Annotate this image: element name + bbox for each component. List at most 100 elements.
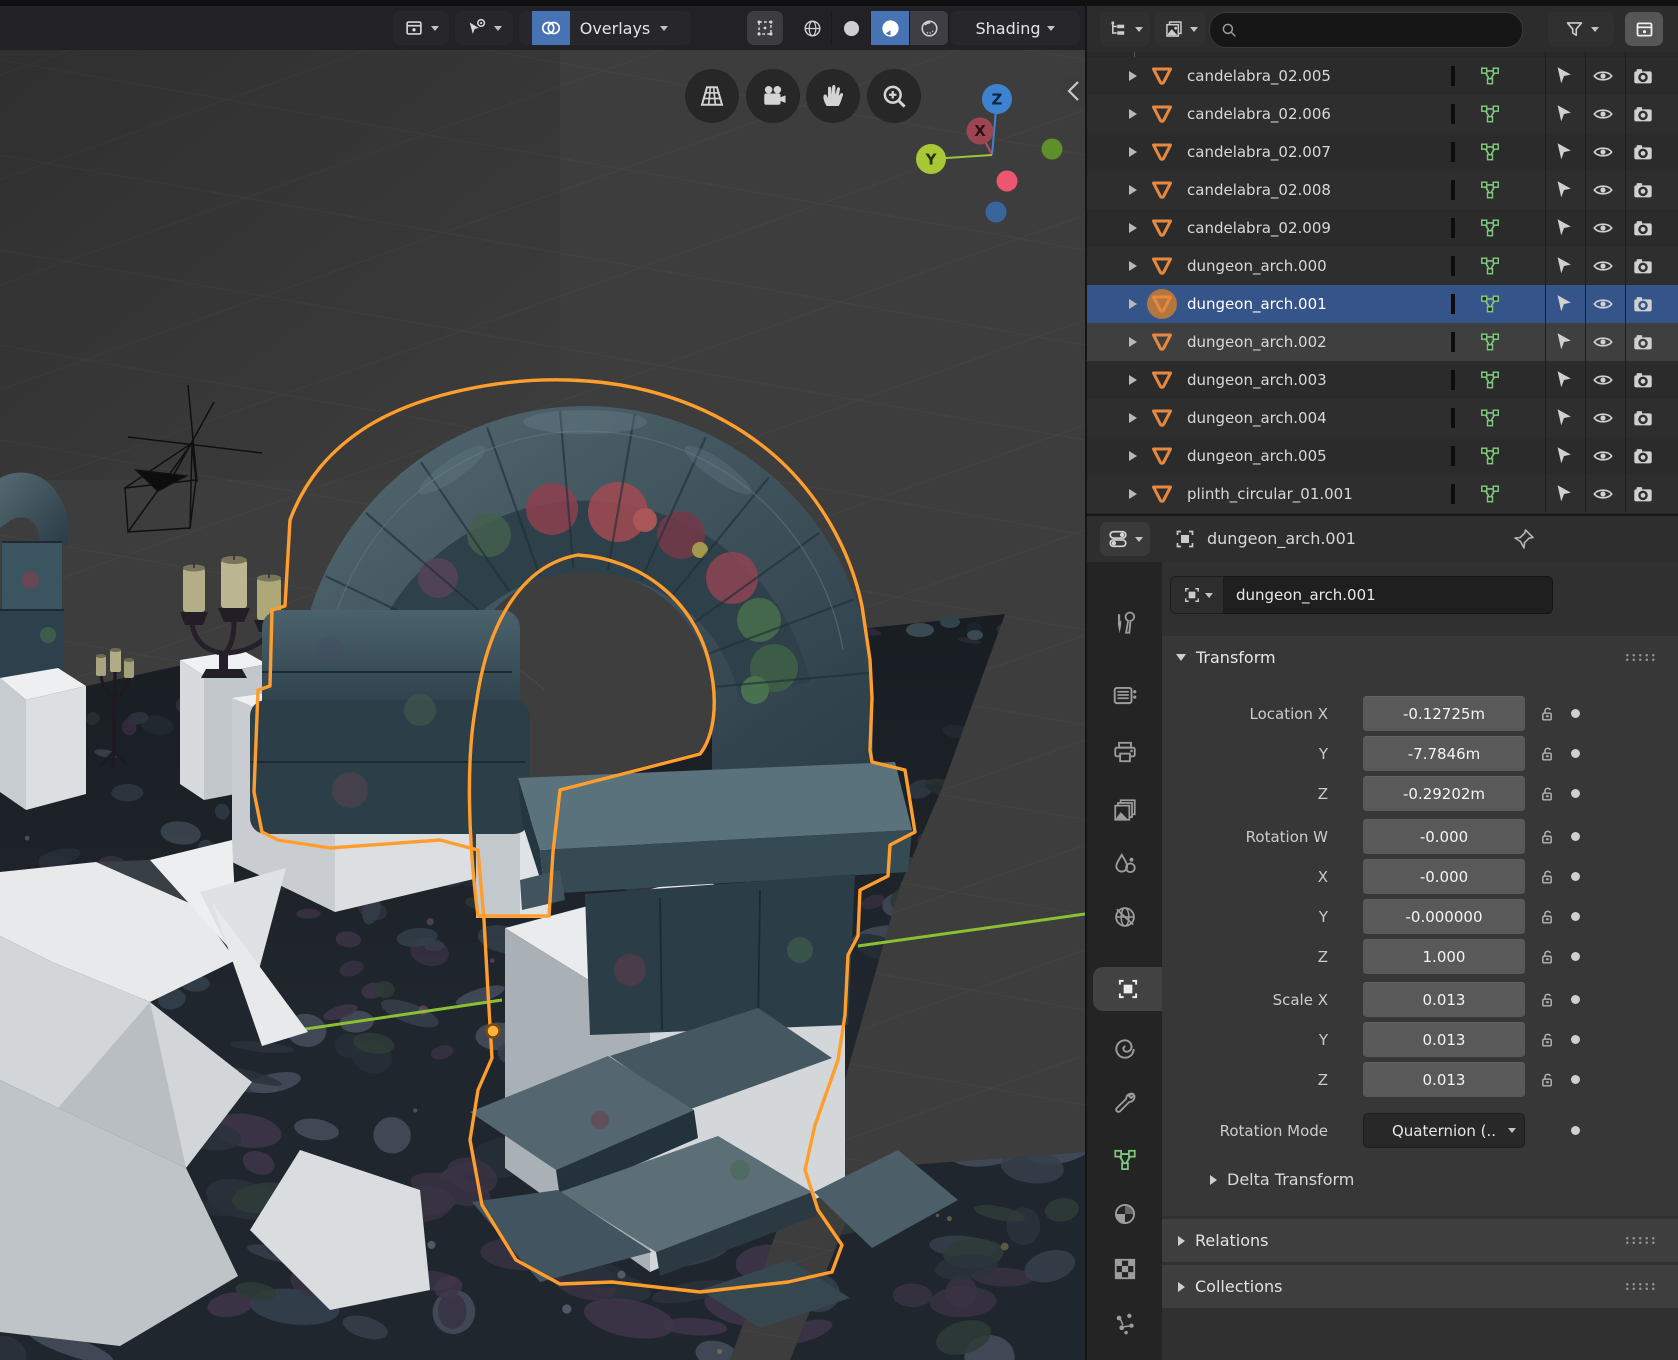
hide-viewport-toggle[interactable] bbox=[1592, 255, 1614, 277]
hide-render-toggle[interactable] bbox=[1632, 217, 1654, 239]
pivot-point-dropdown[interactable] bbox=[393, 11, 449, 45]
properties-tab-output[interactable] bbox=[1087, 730, 1162, 774]
animate-dot[interactable] bbox=[1571, 1035, 1580, 1044]
hide-render-toggle[interactable] bbox=[1632, 141, 1654, 163]
lock-icon[interactable] bbox=[1537, 867, 1557, 887]
breadcrumb-object-name[interactable]: dungeon_arch.001 bbox=[1207, 516, 1356, 562]
properties-tab-scene[interactable] bbox=[1087, 842, 1162, 886]
hide-viewport-toggle[interactable] bbox=[1592, 65, 1614, 87]
selectable-toggle[interactable] bbox=[1553, 483, 1575, 505]
selectable-toggle[interactable] bbox=[1553, 217, 1575, 239]
rotation-mode-dropdown[interactable]: Quaternion (.. bbox=[1363, 1113, 1525, 1148]
hide-viewport-toggle[interactable] bbox=[1592, 369, 1614, 391]
lock-icon[interactable] bbox=[1537, 744, 1557, 764]
lock-icon[interactable] bbox=[1537, 990, 1557, 1010]
outliner-row-dungeon_arch.001[interactable]: dungeon_arch.001 bbox=[1087, 285, 1678, 323]
animate-dot[interactable] bbox=[1571, 912, 1580, 921]
animate-dot[interactable] bbox=[1571, 872, 1580, 881]
hide-render-toggle[interactable] bbox=[1632, 179, 1654, 201]
animate-dot[interactable] bbox=[1571, 709, 1580, 718]
editor-divider[interactable] bbox=[1085, 0, 1087, 1360]
outliner-row-candelabra_02.008[interactable]: candelabra_02.008 bbox=[1087, 171, 1678, 209]
zoom-button[interactable] bbox=[867, 69, 921, 123]
outliner-row-candelabra_02.006[interactable]: candelabra_02.006 bbox=[1087, 95, 1678, 133]
hide-render-toggle[interactable] bbox=[1632, 407, 1654, 429]
properties-tab-texture[interactable] bbox=[1087, 1247, 1162, 1291]
lock-icon[interactable] bbox=[1537, 784, 1557, 804]
outliner-row-dungeon_arch.002[interactable]: dungeon_arch.002 bbox=[1087, 323, 1678, 361]
hide-render-toggle[interactable] bbox=[1632, 65, 1654, 87]
hide-render-toggle[interactable] bbox=[1632, 255, 1654, 277]
panel-relations[interactable]: Relations bbox=[1162, 1219, 1678, 1262]
outliner-row-dungeon_arch.000[interactable]: dungeon_arch.000 bbox=[1087, 247, 1678, 285]
camera-view-button[interactable] bbox=[746, 69, 800, 123]
expand-caret-icon[interactable] bbox=[1129, 185, 1137, 195]
search-input[interactable] bbox=[1246, 21, 1500, 39]
hide-render-toggle[interactable] bbox=[1632, 103, 1654, 125]
id-type-dropdown[interactable] bbox=[1170, 576, 1224, 614]
transform-panel-header[interactable]: Transform bbox=[1162, 636, 1678, 678]
editor-type-dropdown[interactable] bbox=[1100, 522, 1150, 556]
value-field[interactable]: 1.000 bbox=[1363, 939, 1525, 974]
selectable-toggle[interactable] bbox=[1553, 407, 1575, 429]
shading-rendered-button[interactable] bbox=[910, 11, 949, 45]
hide-viewport-toggle[interactable] bbox=[1592, 141, 1614, 163]
shading-solid-button[interactable] bbox=[832, 11, 871, 45]
gizmo-z-neg-ball[interactable] bbox=[986, 202, 1007, 223]
properties-tab-vlayer[interactable] bbox=[1087, 788, 1162, 832]
animate-dot[interactable] bbox=[1571, 1075, 1580, 1084]
properties-tab-object[interactable] bbox=[1093, 967, 1162, 1011]
hide-viewport-toggle[interactable] bbox=[1592, 407, 1614, 429]
expand-caret-icon[interactable] bbox=[1129, 261, 1137, 271]
outliner-row-dungeon_arch.004[interactable]: dungeon_arch.004 bbox=[1087, 399, 1678, 437]
expand-caret-icon[interactable] bbox=[1129, 413, 1137, 423]
hide-render-toggle[interactable] bbox=[1632, 293, 1654, 315]
lock-icon[interactable] bbox=[1537, 947, 1557, 967]
expand-caret-icon[interactable] bbox=[1129, 375, 1137, 385]
xray-toggle[interactable] bbox=[747, 11, 783, 45]
grid-ortho-button[interactable] bbox=[685, 69, 739, 123]
object-name-field[interactable]: dungeon_arch.001 bbox=[1224, 576, 1553, 614]
properties-tab-physics[interactable] bbox=[1087, 1027, 1162, 1071]
panel-drag-handle[interactable] bbox=[1624, 1236, 1656, 1245]
outliner-row-dungeon_arch.003[interactable]: dungeon_arch.003 bbox=[1087, 361, 1678, 399]
outliner-row-dungeon_arch.005[interactable]: dungeon_arch.005 bbox=[1087, 437, 1678, 475]
expand-caret-icon[interactable] bbox=[1129, 337, 1137, 347]
shading-dropdown[interactable]: Shading bbox=[950, 11, 1080, 45]
outliner-row-candelabra_02.005[interactable]: candelabra_02.005 bbox=[1087, 57, 1678, 95]
selectable-toggle[interactable] bbox=[1553, 179, 1575, 201]
lock-icon[interactable] bbox=[1537, 704, 1557, 724]
hide-viewport-toggle[interactable] bbox=[1592, 331, 1614, 353]
selectable-toggle[interactable] bbox=[1553, 141, 1575, 163]
animate-dot[interactable] bbox=[1571, 995, 1580, 1004]
animate-dot[interactable] bbox=[1571, 952, 1580, 961]
hide-viewport-toggle[interactable] bbox=[1592, 217, 1614, 239]
selectable-toggle[interactable] bbox=[1553, 255, 1575, 277]
outliner-row-candelabra_02.009[interactable]: candelabra_02.009 bbox=[1087, 209, 1678, 247]
value-field[interactable]: 0.013 bbox=[1363, 1022, 1525, 1057]
selectable-toggle[interactable] bbox=[1553, 369, 1575, 391]
animate-dot[interactable] bbox=[1571, 789, 1580, 798]
lock-icon[interactable] bbox=[1537, 1030, 1557, 1050]
outliner-display-mode-dropdown[interactable] bbox=[1100, 12, 1150, 46]
expand-caret-icon[interactable] bbox=[1129, 71, 1137, 81]
value-field[interactable]: -7.7846m bbox=[1363, 736, 1525, 771]
properties-tab-data[interactable] bbox=[1087, 1138, 1162, 1182]
animate-dot[interactable] bbox=[1571, 749, 1580, 758]
properties-tab-render[interactable] bbox=[1087, 673, 1162, 717]
region-collapse-arrow[interactable] bbox=[1062, 76, 1085, 106]
gizmo-y-pos-ball[interactable] bbox=[1042, 139, 1063, 160]
value-field[interactable]: 0.013 bbox=[1363, 1062, 1525, 1097]
pin-icon[interactable] bbox=[1512, 527, 1536, 551]
lock-icon[interactable] bbox=[1537, 907, 1557, 927]
expand-caret-icon[interactable] bbox=[1129, 451, 1137, 461]
hide-render-toggle[interactable] bbox=[1632, 331, 1654, 353]
hide-viewport-toggle[interactable] bbox=[1592, 179, 1614, 201]
shading-wireframe-button[interactable] bbox=[793, 11, 832, 45]
outliner-filter-dropdown[interactable] bbox=[1548, 12, 1614, 46]
lock-icon[interactable] bbox=[1537, 827, 1557, 847]
animate-dot[interactable] bbox=[1571, 832, 1580, 841]
show-overlays-toggle[interactable]: Overlays bbox=[519, 11, 691, 45]
hide-viewport-toggle[interactable] bbox=[1592, 103, 1614, 125]
hide-viewport-toggle[interactable] bbox=[1592, 445, 1614, 467]
